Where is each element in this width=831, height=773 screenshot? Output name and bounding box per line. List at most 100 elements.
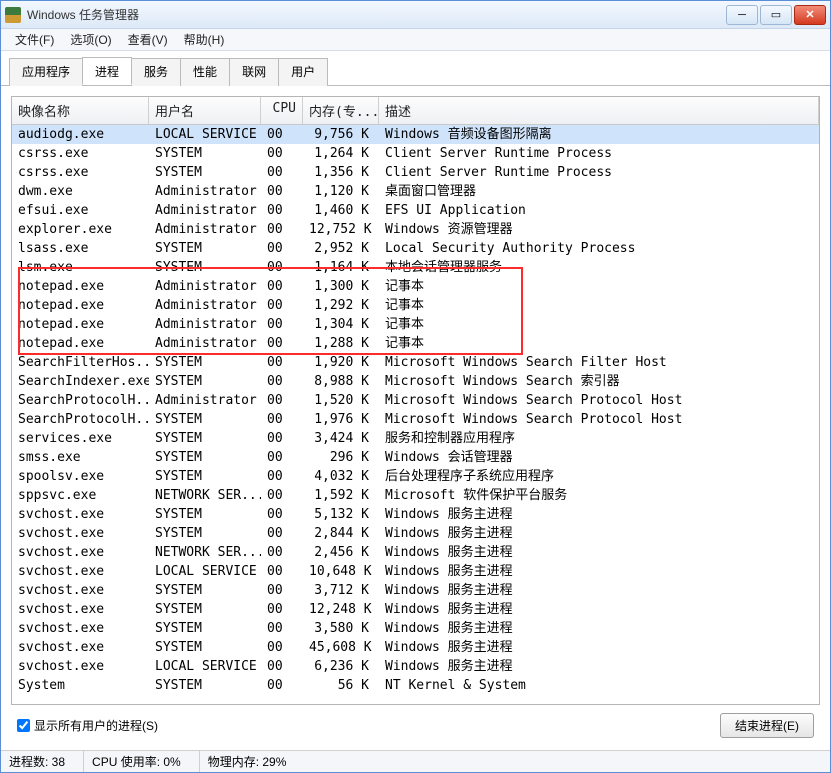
table-row[interactable]: sppsvc.exeNETWORK SER...001,592 KMicroso… <box>12 486 819 505</box>
cell-memory: 3,580 K <box>303 619 379 638</box>
table-row[interactable]: dwm.exeAdministrator001,120 K桌面窗口管理器 <box>12 182 819 201</box>
cell-user-name: SYSTEM <box>149 144 261 163</box>
cell-cpu: 00 <box>261 638 303 657</box>
col-description[interactable]: 描述 <box>379 97 819 124</box>
cell-description: Client Server Runtime Process <box>379 144 819 163</box>
table-row[interactable]: svchost.exeSYSTEM0045,608 KWindows 服务主进程 <box>12 638 819 657</box>
cell-image-name: sppsvc.exe <box>12 486 149 505</box>
show-all-users-checkbox[interactable]: 显示所有用户的进程(S) <box>17 717 158 734</box>
table-row[interactable]: svchost.exeSYSTEM003,580 KWindows 服务主进程 <box>12 619 819 638</box>
table-row[interactable]: svchost.exeLOCAL SERVICE0010,648 KWindow… <box>12 562 819 581</box>
tab-4[interactable]: 联网 <box>229 58 279 86</box>
minimize-button[interactable]: ─ <box>726 5 758 25</box>
cell-image-name: SearchFilterHos... <box>12 353 149 372</box>
table-row[interactable]: SystemSYSTEM0056 KNT Kernel & System <box>12 676 819 695</box>
cell-image-name: lsm.exe <box>12 258 149 277</box>
menu-item[interactable]: 文件(F) <box>7 29 62 50</box>
cell-description: 记事本 <box>379 296 819 315</box>
table-row[interactable]: lsass.exeSYSTEM002,952 KLocal Security A… <box>12 239 819 258</box>
tab-3[interactable]: 性能 <box>180 58 230 86</box>
table-row[interactable]: notepad.exeAdministrator001,300 K记事本 <box>12 277 819 296</box>
table-row[interactable]: SearchProtocolH...Administrator001,520 K… <box>12 391 819 410</box>
table-row[interactable]: notepad.exeAdministrator001,288 K记事本 <box>12 334 819 353</box>
cell-user-name: SYSTEM <box>149 619 261 638</box>
table-row[interactable]: csrss.exeSYSTEM001,264 KClient Server Ru… <box>12 144 819 163</box>
table-row[interactable]: SearchProtocolH...SYSTEM001,976 KMicroso… <box>12 410 819 429</box>
cell-memory: 56 K <box>303 676 379 695</box>
cell-memory: 1,288 K <box>303 334 379 353</box>
cell-description: Windows 服务主进程 <box>379 505 819 524</box>
table-row[interactable]: svchost.exeSYSTEM005,132 KWindows 服务主进程 <box>12 505 819 524</box>
cell-user-name: SYSTEM <box>149 581 261 600</box>
tab-0[interactable]: 应用程序 <box>9 58 83 86</box>
process-panel: 映像名称 用户名 CPU 内存(专... 描述 audiodg.exeLOCAL… <box>11 96 820 705</box>
table-row[interactable]: notepad.exeAdministrator001,304 K记事本 <box>12 315 819 334</box>
show-all-users-input[interactable] <box>17 719 30 732</box>
table-row[interactable]: smss.exeSYSTEM00296 KWindows 会话管理器 <box>12 448 819 467</box>
table-row[interactable]: notepad.exeAdministrator001,292 K记事本 <box>12 296 819 315</box>
table-row[interactable]: csrss.exeSYSTEM001,356 KClient Server Ru… <box>12 163 819 182</box>
cell-description: Windows 资源管理器 <box>379 220 819 239</box>
cell-memory: 1,164 K <box>303 258 379 277</box>
cell-cpu: 00 <box>261 657 303 676</box>
cell-image-name: efsui.exe <box>12 201 149 220</box>
table-row[interactable]: explorer.exeAdministrator0012,752 KWindo… <box>12 220 819 239</box>
status-memory: 物理内存: 29% <box>200 751 830 772</box>
titlebar[interactable]: Windows 任务管理器 ─ ▭ ✕ <box>1 1 830 29</box>
cell-description: Windows 服务主进程 <box>379 524 819 543</box>
cell-user-name: SYSTEM <box>149 372 261 391</box>
cell-image-name: svchost.exe <box>12 581 149 600</box>
menu-item[interactable]: 选项(O) <box>62 29 119 50</box>
content-area: 映像名称 用户名 CPU 内存(专... 描述 audiodg.exeLOCAL… <box>1 86 830 750</box>
cell-memory: 1,292 K <box>303 296 379 315</box>
cell-user-name: SYSTEM <box>149 467 261 486</box>
table-row[interactable]: services.exeSYSTEM003,424 K服务和控制器应用程序 <box>12 429 819 448</box>
cell-image-name: spoolsv.exe <box>12 467 149 486</box>
task-manager-window: Windows 任务管理器 ─ ▭ ✕ 文件(F)选项(O)查看(V)帮助(H)… <box>0 0 831 773</box>
cell-cpu: 00 <box>261 239 303 258</box>
cell-cpu: 00 <box>261 429 303 448</box>
table-row[interactable]: svchost.exeSYSTEM002,844 KWindows 服务主进程 <box>12 524 819 543</box>
cell-description: 记事本 <box>379 334 819 353</box>
table-row[interactable]: spoolsv.exeSYSTEM004,032 K后台处理程序子系统应用程序 <box>12 467 819 486</box>
maximize-button[interactable]: ▭ <box>760 5 792 25</box>
tab-2[interactable]: 服务 <box>131 58 181 86</box>
table-row[interactable]: svchost.exeSYSTEM0012,248 KWindows 服务主进程 <box>12 600 819 619</box>
table-row[interactable]: SearchFilterHos...SYSTEM001,920 KMicroso… <box>12 353 819 372</box>
col-user-name[interactable]: 用户名 <box>149 97 261 124</box>
table-row[interactable]: svchost.exeNETWORK SER...002,456 KWindow… <box>12 543 819 562</box>
menu-item[interactable]: 帮助(H) <box>176 29 233 50</box>
cell-description: Windows 服务主进程 <box>379 581 819 600</box>
cell-memory: 1,976 K <box>303 410 379 429</box>
cell-memory: 10,648 K <box>303 562 379 581</box>
cell-cpu: 00 <box>261 505 303 524</box>
col-cpu[interactable]: CPU <box>261 97 303 124</box>
table-row[interactable]: efsui.exeAdministrator001,460 KEFS UI Ap… <box>12 201 819 220</box>
menu-item[interactable]: 查看(V) <box>120 29 176 50</box>
col-memory[interactable]: 内存(专... <box>303 97 379 124</box>
cell-cpu: 00 <box>261 163 303 182</box>
table-row[interactable]: SearchIndexer.exeSYSTEM008,988 KMicrosof… <box>12 372 819 391</box>
cell-cpu: 00 <box>261 182 303 201</box>
tab-5[interactable]: 用户 <box>278 58 328 86</box>
table-row[interactable]: audiodg.exeLOCAL SERVICE009,756 KWindows… <box>12 125 819 144</box>
cell-image-name: svchost.exe <box>12 657 149 676</box>
col-image-name[interactable]: 映像名称 <box>12 97 149 124</box>
status-cpu: CPU 使用率: 0% <box>84 751 200 772</box>
close-button[interactable]: ✕ <box>794 5 826 25</box>
tab-1[interactable]: 进程 <box>82 57 132 85</box>
cell-memory: 3,712 K <box>303 581 379 600</box>
cell-cpu: 00 <box>261 296 303 315</box>
table-row[interactable]: lsm.exeSYSTEM001,164 K本地会话管理器服务 <box>12 258 819 277</box>
cell-description: 后台处理程序子系统应用程序 <box>379 467 819 486</box>
cell-user-name: NETWORK SER... <box>149 486 261 505</box>
cell-cpu: 00 <box>261 353 303 372</box>
table-row[interactable]: svchost.exeLOCAL SERVICE006,236 KWindows… <box>12 657 819 676</box>
end-process-button[interactable]: 结束进程(E) <box>720 713 814 738</box>
cell-user-name: SYSTEM <box>149 353 261 372</box>
cell-cpu: 00 <box>261 125 303 144</box>
show-all-users-label: 显示所有用户的进程(S) <box>34 717 158 734</box>
cell-cpu: 00 <box>261 372 303 391</box>
process-table-body[interactable]: audiodg.exeLOCAL SERVICE009,756 KWindows… <box>12 125 819 704</box>
table-row[interactable]: svchost.exeSYSTEM003,712 KWindows 服务主进程 <box>12 581 819 600</box>
